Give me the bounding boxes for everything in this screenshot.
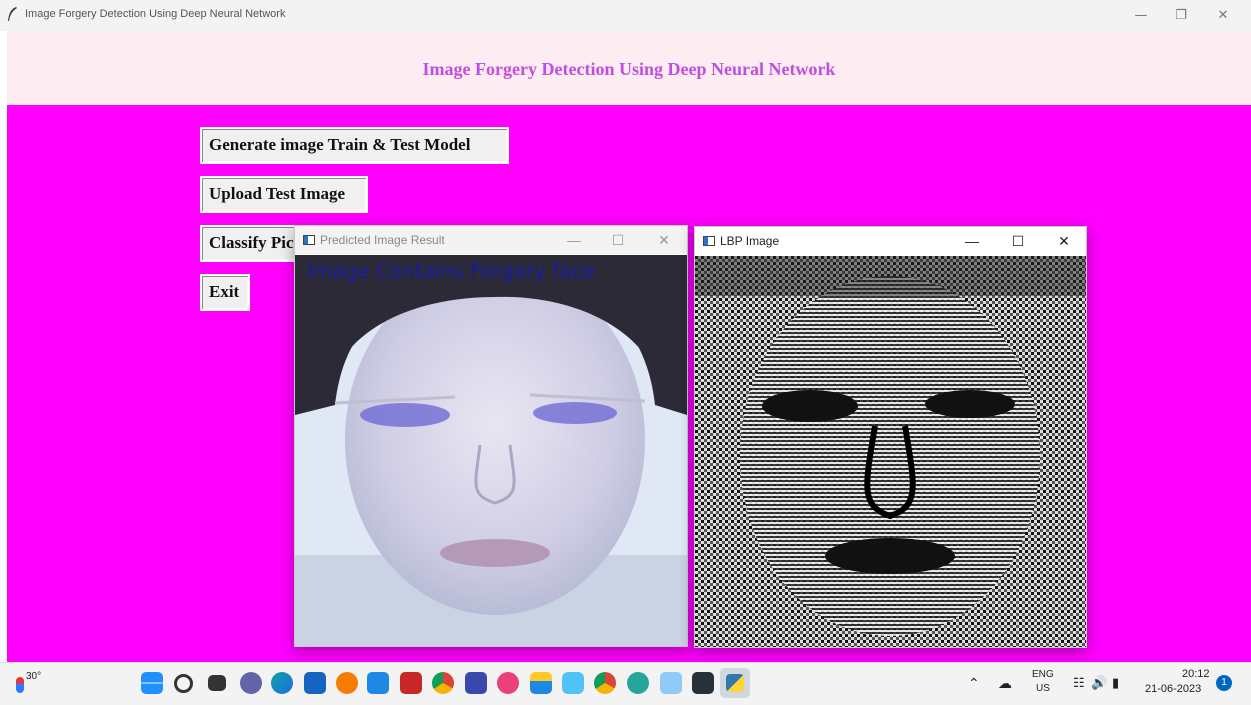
close-button[interactable]: ✕ xyxy=(1203,4,1243,28)
generate-model-button[interactable]: Generate image Train & Test Model xyxy=(200,127,509,164)
windows-start-icon[interactable] xyxy=(141,672,163,694)
search-app-icon[interactable] xyxy=(336,672,358,694)
exit-button[interactable]: Exit xyxy=(200,274,250,311)
opencv-window-icon xyxy=(303,235,315,245)
feather-icon xyxy=(8,7,17,21)
minimize-button[interactable]: — xyxy=(1121,4,1161,28)
snipping-tool-icon[interactable] xyxy=(562,672,584,694)
notification-badge[interactable]: 1 xyxy=(1216,675,1232,691)
edge-icon[interactable] xyxy=(271,672,293,694)
paint-icon[interactable] xyxy=(627,672,649,694)
weather-temp: 30° xyxy=(26,671,42,682)
app-blue-icon[interactable] xyxy=(465,672,487,694)
window-left-edge xyxy=(0,31,7,662)
window-title: Image Forgery Detection Using Deep Neura… xyxy=(25,8,286,20)
terminal-icon[interactable] xyxy=(692,672,714,694)
maximize-button[interactable]: ☐ xyxy=(1005,231,1031,251)
calculator-icon[interactable] xyxy=(367,672,389,694)
lbp-window-title: LBP Image xyxy=(720,234,780,248)
python-idle-icon[interactable] xyxy=(660,672,682,694)
search-icon[interactable] xyxy=(174,674,193,693)
maximize-button[interactable]: ☐ xyxy=(605,230,631,250)
wifi-icon[interactable]: ☷ xyxy=(1073,675,1085,691)
thermometer-icon xyxy=(16,677,24,693)
weather-widget[interactable]: 30° xyxy=(14,669,54,699)
clock-time[interactable]: 20:12 xyxy=(1182,668,1210,680)
app-header: Image Forgery Detection Using Deep Neura… xyxy=(7,31,1251,105)
language-indicator-bottom[interactable]: US xyxy=(1036,683,1050,694)
upload-test-image-button[interactable]: Upload Test Image xyxy=(200,176,368,213)
lbp-texture-image xyxy=(695,256,1086,647)
lbp-titlebar[interactable]: LBP Image — ☐ ✕ xyxy=(695,227,1086,255)
taskbar: 30° ⌃ ☁ ENG US ☷ 🔊 ▮ 20:12 21-06-2023 1 xyxy=(0,662,1251,705)
python-active-icon[interactable] xyxy=(720,668,750,698)
chevron-up-icon[interactable]: ⌃ xyxy=(968,675,980,692)
onedrive-icon[interactable]: ☁ xyxy=(998,675,1012,692)
app-heading: Image Forgery Detection Using Deep Neura… xyxy=(422,59,836,79)
predicted-result-title: Predicted Image Result xyxy=(320,233,445,247)
window-titlebar: Image Forgery Detection Using Deep Neura… xyxy=(0,0,1251,31)
opencv-window-icon xyxy=(703,236,715,246)
predicted-result-window[interactable]: Predicted Image Result — ☐ ✕ Image Conta… xyxy=(294,225,688,647)
clock-date[interactable]: 21-06-2023 xyxy=(1145,683,1201,695)
minimize-button[interactable]: — xyxy=(561,230,587,250)
teams-chat-icon[interactable] xyxy=(240,672,262,694)
file-explorer-icon[interactable] xyxy=(530,672,552,694)
face-photo-graphic xyxy=(295,255,687,646)
predicted-result-titlebar[interactable]: Predicted Image Result — ☐ ✕ xyxy=(295,226,687,254)
volume-icon[interactable]: 🔊 xyxy=(1091,675,1107,691)
chrome-canary-icon[interactable] xyxy=(594,672,616,694)
wps-icon[interactable] xyxy=(400,672,422,694)
chrome-icon[interactable] xyxy=(432,672,454,694)
app-pink-icon[interactable] xyxy=(497,672,519,694)
store-icon[interactable] xyxy=(304,672,326,694)
task-view-icon[interactable] xyxy=(208,675,226,691)
minimize-button[interactable]: — xyxy=(959,231,985,251)
predicted-face-image: Image Contains Forgery face xyxy=(295,255,687,646)
close-button[interactable]: ✕ xyxy=(651,230,677,250)
lbp-texture-graphic xyxy=(695,256,1086,647)
battery-icon[interactable]: ▮ xyxy=(1112,675,1119,691)
language-indicator-top[interactable]: ENG xyxy=(1032,669,1054,680)
forgery-result-text: Image Contains Forgery face xyxy=(307,259,595,283)
lbp-image-window[interactable]: LBP Image — ☐ ✕ xyxy=(694,226,1087,648)
restore-button[interactable]: ❐ xyxy=(1161,4,1201,28)
close-button[interactable]: ✕ xyxy=(1051,231,1077,251)
